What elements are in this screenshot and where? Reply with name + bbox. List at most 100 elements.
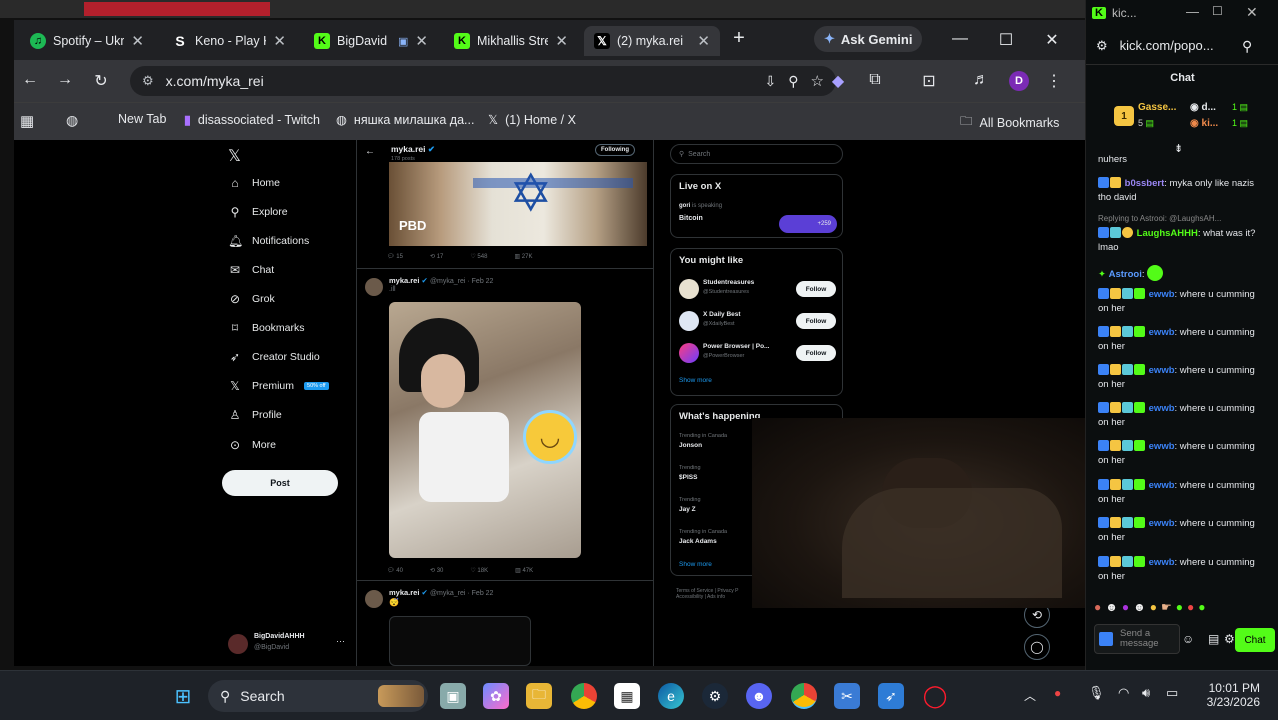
tab-bigdavid[interactable]: K BigDavid ▣ ✕ (304, 26, 438, 56)
bookmark-nyashka[interactable]: ◍ няшка милашка да... (336, 112, 474, 128)
bookmark-twitch[interactable]: ▮ disassociated - Twitch (184, 112, 320, 128)
bookmark-x-home[interactable]: 𝕏 (1) Home / X (488, 112, 576, 128)
back-icon[interactable]: ← (20, 71, 40, 89)
menu-kebab-icon[interactable]: ⋮ (1044, 71, 1064, 91)
messages-float-icon[interactable]: ◯ (1024, 634, 1050, 660)
app-icon[interactable]: ➶ (878, 683, 904, 709)
search-icon[interactable]: ⚲ (1242, 38, 1252, 55)
zoom-icon[interactable]: ⚲ (788, 73, 798, 90)
bookmark-new-tab[interactable]: New Tab (118, 112, 166, 126)
live-card[interactable]: Live on X gori is speaking Bitcoin +259 (670, 174, 843, 238)
emote-icon[interactable]: ☻ (1133, 600, 1146, 614)
trend-topic[interactable]: Jonson (679, 442, 702, 449)
tweet-image-shirt[interactable]: ✡ PBD (389, 162, 647, 246)
close-icon[interactable]: ✕ (697, 32, 710, 50)
maximize-button[interactable]: ☐ (1212, 4, 1223, 18)
nav-grok[interactable]: ⊘ Grok (228, 292, 275, 306)
close-window-button[interactable]: ✕ (1246, 4, 1258, 21)
volume-icon[interactable]: 🔊︎ (1142, 685, 1150, 701)
tab-mikhallis[interactable]: K Mikhallis Stre ✕ (444, 26, 578, 56)
tab-myka-rei[interactable]: 𝕏 (2) myka.rei ✕ (584, 26, 720, 56)
avatar[interactable] (365, 590, 383, 608)
reply-count[interactable]: 💬︎ 40 (387, 567, 403, 574)
chat-url-bar[interactable]: ⚙ kick.com/popo... (1096, 38, 1214, 54)
avatar[interactable] (679, 311, 699, 331)
x-logo-icon[interactable]: 𝕏 (228, 146, 241, 166)
extensions-puzzle-icon[interactable]: ⧉ (865, 71, 885, 89)
chat-settings-icon[interactable]: ▤ (1208, 632, 1219, 646)
address-bar[interactable]: ⚙ x.com/myka_rei ⇩ ⚲ ☆ (130, 66, 836, 96)
store-icon[interactable]: ▦ (614, 683, 640, 709)
emote-icon[interactable]: ● (1187, 600, 1194, 614)
site-info-icon[interactable]: ⚙ (142, 73, 154, 89)
profile-avatar[interactable]: D (1009, 71, 1029, 91)
emote-icon[interactable]: ☻ (1105, 600, 1118, 614)
copilot-icon[interactable]: ✿ (483, 683, 509, 709)
nav-bookmarks[interactable]: ⌑ Bookmarks (228, 321, 305, 335)
close-icon[interactable]: ✕ (415, 32, 428, 50)
all-bookmarks[interactable]: 🗀 All Bookmarks (960, 112, 1059, 133)
nav-home[interactable]: ⌂ Home (228, 176, 280, 190)
post-button[interactable]: Post (222, 470, 338, 496)
avatar[interactable] (365, 278, 383, 296)
tray-app-icon[interactable]: ● (1054, 686, 1061, 700)
clock[interactable]: 10:01 PM 3/23/2026 (1200, 681, 1260, 709)
ask-gemini-button[interactable]: ✦ Ask Gemini (814, 26, 923, 52)
emote-icon[interactable]: ● (1176, 600, 1183, 614)
back-arrow-icon[interactable]: ← (365, 146, 375, 157)
follow-button[interactable]: Follow (796, 281, 836, 297)
footer-link[interactable]: Ads info (707, 594, 725, 600)
repost-count[interactable]: ⟲ 30 (430, 567, 443, 574)
apps-grid-icon[interactable]: ▦ (20, 112, 34, 130)
battery-icon[interactable]: ▭ (1166, 685, 1178, 701)
footer-link[interactable]: Accessibility (676, 594, 703, 600)
chrome-icon[interactable] (571, 683, 597, 709)
following-button[interactable]: Following (595, 144, 635, 156)
microphone-icon[interactable]: 🎙︎ (1088, 685, 1105, 701)
repost-count[interactable]: ⟲ 17 (430, 253, 443, 260)
emote-icon[interactable]: ● (1094, 600, 1101, 614)
tweet-photo[interactable]: ◡ (389, 302, 581, 558)
avatar[interactable] (679, 279, 699, 299)
minimize-button[interactable]: — (1186, 4, 1199, 19)
nav-explore[interactable]: ⚲ Explore (228, 205, 288, 219)
send-chat-button[interactable]: Chat (1235, 628, 1275, 652)
file-explorer-icon[interactable]: 🗀 (526, 683, 552, 709)
windows-start-icon[interactable]: ⊞ (170, 683, 196, 709)
avatar[interactable] (228, 634, 248, 654)
globe-icon[interactable]: ◍ (66, 112, 78, 129)
nav-creator-studio[interactable]: ➶ Creator Studio (228, 350, 320, 364)
new-tab-button[interactable]: + (727, 27, 751, 50)
search-input[interactable]: ⚲ Search (670, 144, 843, 164)
forward-icon[interactable]: → (55, 71, 75, 89)
tab-keno[interactable]: S Keno - Play K ✕ (162, 26, 296, 56)
wifi-icon[interactable]: ◠ (1118, 685, 1129, 701)
trend-topic[interactable]: Jay Z (679, 506, 696, 513)
emote-icon[interactable]: ● (1122, 600, 1129, 614)
gear-icon[interactable]: ⚙ (1224, 632, 1235, 646)
trend-topic[interactable]: $PISS (679, 474, 697, 481)
trend-topic[interactable]: Jack Adams (679, 538, 717, 545)
nav-chat[interactable]: ✉ Chat (228, 263, 274, 277)
nav-more[interactable]: ⊙ More (228, 438, 276, 452)
emoji-icon[interactable]: ☺ (1182, 632, 1194, 646)
media-controls-icon[interactable]: ♬ (971, 71, 991, 89)
tray-chevron-icon[interactable]: ︿ (1024, 687, 1036, 704)
discord-icon[interactable]: ☻ (746, 683, 772, 709)
nav-profile[interactable]: ♙ Profile (228, 408, 282, 422)
chrome-active-icon[interactable] (791, 683, 817, 709)
maximize-button[interactable]: ☐ (994, 30, 1018, 50)
steam-icon[interactable]: ⚙ (702, 683, 728, 709)
minimize-button[interactable]: — (948, 30, 972, 48)
show-more-link[interactable]: Show more (679, 561, 712, 568)
view-count[interactable]: ▥ 27K (514, 253, 532, 260)
extension-icon[interactable]: ◆ (828, 71, 848, 91)
like-count[interactable]: ♡ 18K (470, 567, 488, 574)
follow-button[interactable]: Follow (796, 313, 836, 329)
tab-search-icon[interactable]: ⊡ (919, 71, 939, 91)
snipping-tool-icon[interactable]: ✂ (834, 683, 860, 709)
reload-icon[interactable]: ↻ (91, 71, 111, 91)
close-icon[interactable]: ✕ (131, 32, 144, 50)
follow-button[interactable]: Follow (796, 345, 836, 361)
emote-icon[interactable]: ☛ (1161, 600, 1172, 614)
